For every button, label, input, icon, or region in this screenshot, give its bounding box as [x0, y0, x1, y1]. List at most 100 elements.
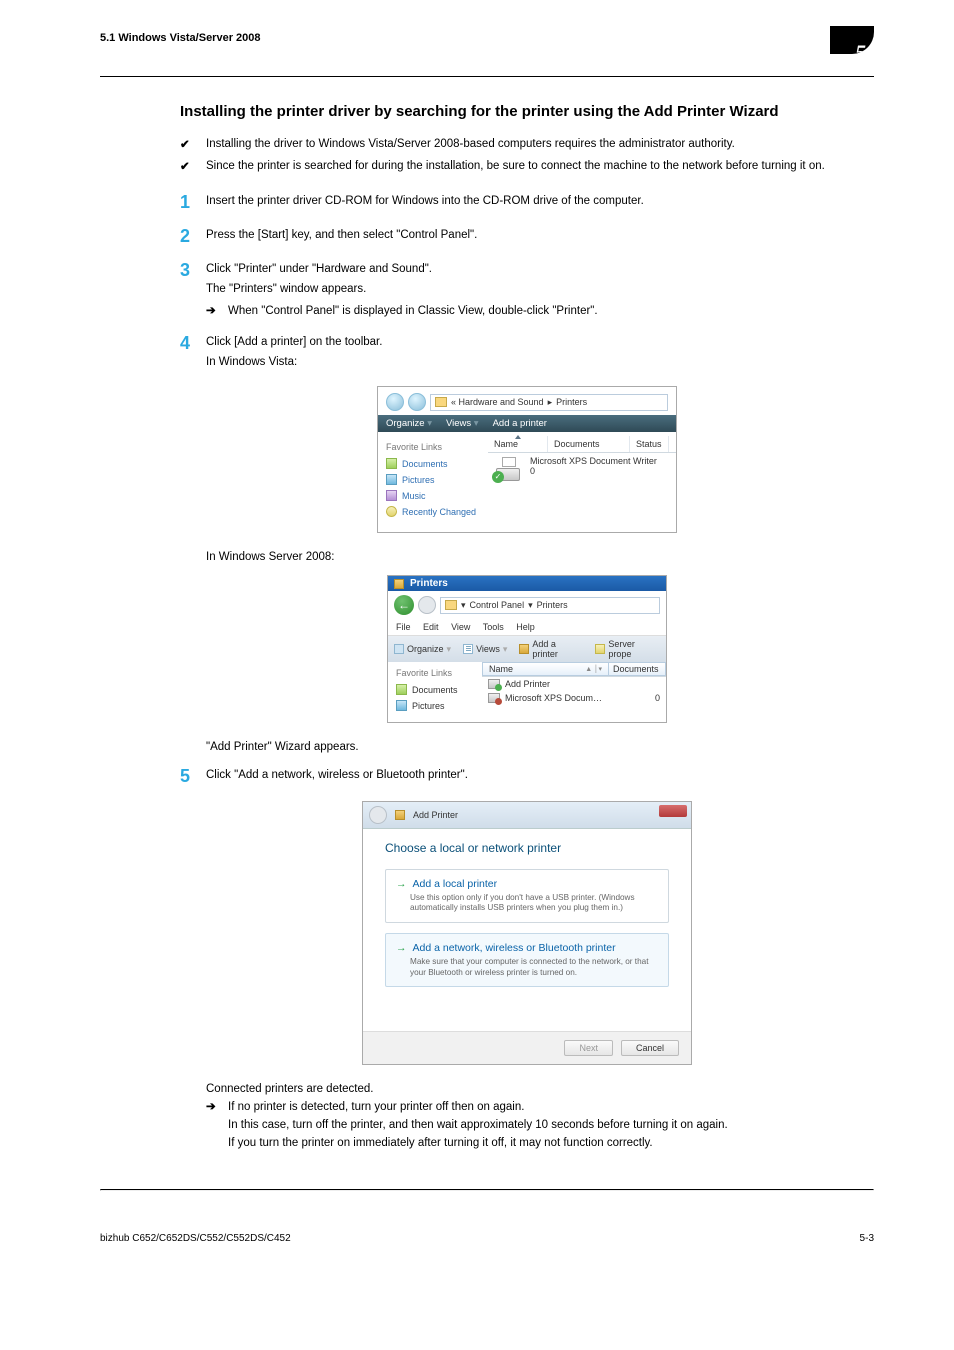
col-status[interactable]: Status	[630, 436, 669, 452]
printer-icon	[395, 810, 405, 820]
prereq-item: ✔ Since the printer is searched for duri…	[180, 158, 874, 176]
option-local-printer[interactable]: →Add a local printer Use this option onl…	[385, 869, 669, 923]
arrow-icon: ➔	[206, 303, 228, 321]
window-titlebar: Printers	[388, 576, 666, 591]
footer-rule	[100, 1189, 874, 1191]
col-name[interactable]: Name	[488, 436, 548, 452]
favorite-pictures[interactable]: Pictures	[386, 474, 480, 485]
menu-edit[interactable]: Edit	[423, 622, 439, 632]
chapter-badge: 5	[830, 32, 874, 62]
folder-icon	[435, 397, 447, 407]
prereq-item: ✔ Installing the driver to Windows Vista…	[180, 136, 874, 154]
address-bar[interactable]: « Hardware and Sound ▸ Printers	[430, 394, 668, 411]
wizard-heading: Choose a local or network printer	[385, 841, 669, 855]
step-text: Click [Add a printer] on the toolbar.	[206, 334, 874, 352]
documents-icon	[396, 684, 407, 695]
step-subtext: In Windows Vista:	[206, 354, 874, 372]
cancel-button[interactable]: Cancel	[621, 1040, 679, 1056]
col-documents[interactable]: Documents	[548, 436, 630, 452]
header-rule	[100, 76, 874, 77]
footer-model: bizhub C652/C652DS/C552/C552DS/C452	[100, 1233, 291, 1244]
breadcrumb-sep: ▸	[548, 397, 553, 408]
footer-page: 5-3	[860, 1233, 874, 1244]
favorite-recently-changed[interactable]: Recently Changed	[386, 506, 480, 517]
step-number: 4	[180, 334, 206, 354]
step-subtext: The "Printers" window appears.	[206, 281, 874, 299]
nav-forward-icon[interactable]	[408, 393, 426, 411]
sort-asc-icon	[515, 435, 521, 439]
toolbar-views[interactable]: Views ▾	[463, 644, 507, 655]
next-button: Next	[564, 1040, 613, 1056]
step-text: Click "Printer" under "Hardware and Soun…	[206, 261, 874, 279]
toolbar-views[interactable]: Views ▾	[446, 418, 479, 429]
favorite-pictures[interactable]: Pictures	[396, 700, 474, 711]
toolbar: Organize ▾ Views ▾ Add a printer Server …	[388, 636, 666, 662]
printer-name: Microsoft XPS Document Writer	[530, 457, 657, 467]
toolbar-add-printer[interactable]: Add a printer	[493, 418, 547, 429]
toolbar-add-printer[interactable]: Add a printer	[519, 639, 583, 659]
printer-item[interactable]: ✓ Microsoft XPS Document Writer 0	[488, 453, 676, 485]
figure-add-printer-wizard: Add Printer Choose a local or network pr…	[362, 801, 692, 1066]
printer-icon	[488, 679, 500, 689]
favorite-music[interactable]: Music	[386, 490, 480, 501]
step-tail-text: In this case, turn off the printer, and …	[228, 1117, 728, 1135]
arrow-icon: →	[396, 878, 407, 890]
step-number: 3	[180, 261, 206, 281]
header-section: 5.1 Windows Vista/Server 2008	[100, 32, 261, 44]
col-documents[interactable]: Documents	[608, 662, 666, 676]
page-header: 5.1 Windows Vista/Server 2008 5	[100, 32, 874, 62]
wizard-title: Add Printer	[413, 810, 458, 820]
figure-vista-printers: « Hardware and Sound ▸ Printers Organize…	[377, 386, 677, 533]
checkmark-icon: ✔	[180, 159, 206, 176]
step-tail-text: If you turn the printer on immediately a…	[228, 1135, 728, 1153]
printer-icon: ✓	[494, 457, 524, 481]
favorite-documents[interactable]: Documents	[396, 684, 474, 695]
music-icon	[386, 490, 397, 501]
folder-icon	[445, 600, 457, 610]
option-network-printer[interactable]: →Add a network, wireless or Bluetooth pr…	[385, 933, 669, 987]
page-footer: bizhub C652/C652DS/C552/C552DS/C452 5-3	[100, 1227, 874, 1244]
step-subtext: In Windows Server 2008:	[206, 551, 874, 563]
step-arrow-text: If no printer is detected, turn your pri…	[228, 1099, 728, 1117]
pictures-icon	[386, 474, 397, 485]
default-check-icon: ✓	[492, 471, 504, 483]
step-2: 2 Press the [Start] key, and then select…	[180, 227, 874, 247]
nav-back-icon[interactable]: ←	[394, 595, 414, 615]
pictures-icon	[396, 700, 407, 711]
documents-icon	[386, 458, 397, 469]
favorite-documents[interactable]: Documents	[386, 458, 480, 469]
step-aftertext: "Add Printer" Wizard appears.	[206, 741, 874, 753]
step-aftertext: Connected printers are detected.	[206, 1083, 874, 1095]
step-number: 5	[180, 767, 206, 787]
favorites-heading: Favorite Links	[396, 668, 474, 678]
step-arrow-text: When "Control Panel" is displayed in Cla…	[228, 303, 598, 321]
close-icon[interactable]	[659, 805, 687, 817]
menu-file[interactable]: File	[396, 622, 411, 632]
nav-forward-icon[interactable]	[418, 596, 436, 614]
figure-server2008-printers: Printers ← ▾ Control Panel▾ Printers Fil…	[387, 575, 667, 723]
checkmark-icon: ✔	[180, 137, 206, 154]
step-number: 1	[180, 193, 206, 213]
favorites-heading: Favorite Links	[386, 442, 480, 452]
menu-help[interactable]: Help	[516, 622, 535, 632]
step-4: 4 Click [Add a printer] on the toolbar. …	[180, 334, 874, 372]
step-1: 1 Insert the printer driver CD-ROM for W…	[180, 193, 874, 213]
col-name[interactable]: Name▲ │▾	[482, 662, 608, 676]
printer-doc-count: 0	[530, 467, 657, 477]
list-item[interactable]: Microsoft XPS Docum…0	[482, 691, 666, 705]
nav-back-icon[interactable]	[386, 393, 404, 411]
toolbar-organize[interactable]: Organize ▾	[386, 418, 432, 429]
menu-view[interactable]: View	[451, 622, 470, 632]
menu-tools[interactable]: Tools	[483, 622, 504, 632]
step-3: 3 Click "Printer" under "Hardware and So…	[180, 261, 874, 320]
step-5: 5 Click "Add a network, wireless or Blue…	[180, 767, 874, 787]
arrow-icon: →	[396, 942, 407, 954]
toolbar-server-properties[interactable]: Server prope	[595, 639, 660, 659]
section-heading: Installing the printer driver by searchi…	[180, 101, 874, 122]
list-item[interactable]: Add Printer	[482, 677, 666, 691]
toolbar-organize[interactable]: Organize ▾	[394, 644, 451, 655]
printer-icon	[394, 579, 404, 589]
address-bar[interactable]: ▾ Control Panel▾ Printers	[440, 597, 660, 614]
nav-back-icon[interactable]	[369, 806, 387, 824]
recent-icon	[386, 506, 397, 517]
